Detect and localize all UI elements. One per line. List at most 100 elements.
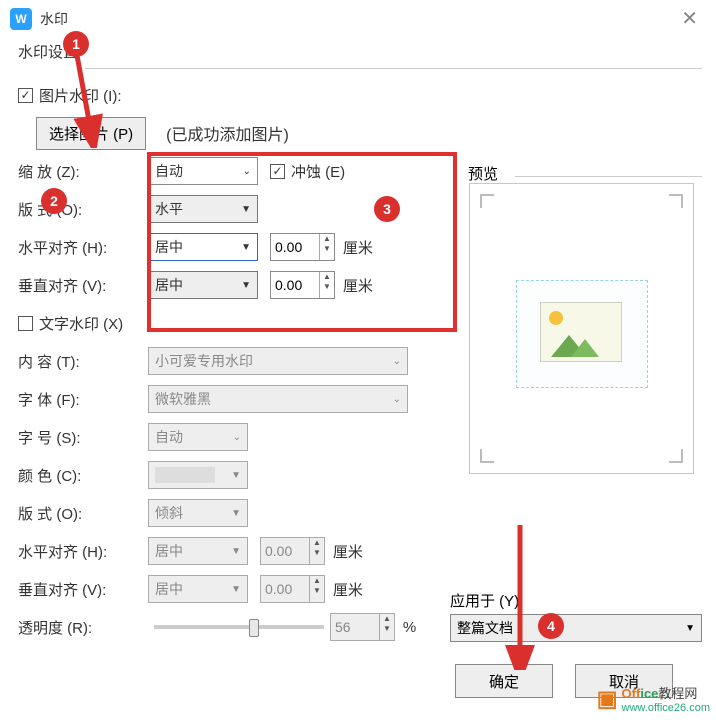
- crop-corner-icon: [669, 194, 683, 208]
- annotation-marker-4: 4: [538, 613, 564, 639]
- erode-checkbox[interactable]: ✓: [270, 164, 285, 179]
- unit-cm: 厘米: [343, 237, 373, 258]
- divider: [85, 68, 702, 69]
- size-label: 字 号 (S):: [18, 427, 148, 448]
- opacity-spinner: ▲▼: [330, 613, 395, 641]
- txt-halign-value: 居中: [155, 541, 183, 561]
- spin-down-icon[interactable]: ▼: [320, 244, 334, 254]
- spin-up-icon[interactable]: ▲: [320, 234, 334, 244]
- spin-up-icon[interactable]: ▲: [320, 272, 334, 282]
- ok-button[interactable]: 确定: [455, 664, 553, 698]
- zoom-label: 缩 放 (Z):: [18, 161, 148, 182]
- img-halign-label: 水平对齐 (H):: [18, 237, 148, 258]
- chevron-down-icon: ⌄: [393, 394, 401, 405]
- chevron-down-icon: ⌄: [233, 432, 241, 443]
- txt-valign-label: 垂直对齐 (V):: [18, 579, 148, 600]
- slider-thumb: [249, 619, 259, 637]
- color-label: 颜 色 (C):: [18, 465, 148, 486]
- text-watermark-label: 文字水印 (X): [39, 313, 123, 334]
- txt-layout-label: 版 式 (O):: [18, 503, 148, 524]
- image-selected-status: (已成功添加图片): [166, 121, 289, 145]
- spin-down-icon: ▼: [310, 586, 324, 596]
- img-valign-label: 垂直对齐 (V):: [18, 275, 148, 296]
- spin-up-icon: ▲: [310, 538, 324, 548]
- img-halign-offset-spinner[interactable]: ▲▼: [270, 233, 335, 261]
- spin-down-icon: ▼: [310, 548, 324, 558]
- content-select: 小可爱专用水印 ⌄: [148, 347, 408, 375]
- txt-valign-offset-input: [261, 576, 309, 602]
- logo-icon: ▣: [597, 686, 618, 712]
- img-halign-value: 居中: [155, 237, 183, 257]
- size-value: 自动: [155, 427, 183, 447]
- font-value: 微软雅黑: [155, 389, 211, 409]
- select-image-button[interactable]: 选择图片 (P): [36, 117, 146, 150]
- crop-corner-icon: [480, 449, 494, 463]
- caret-down-icon: ▼: [241, 280, 251, 291]
- txt-layout-select: 倾斜 ▼: [148, 499, 248, 527]
- erode-label: 冲蚀 (E): [291, 161, 345, 182]
- txt-valign-value: 居中: [155, 579, 183, 599]
- unit-cm: 厘米: [343, 275, 373, 296]
- opacity-label: 透明度 (R):: [18, 617, 148, 638]
- opacity-input: [331, 614, 379, 640]
- img-valign-offset-input[interactable]: [271, 272, 319, 298]
- preview-label: 预览: [468, 163, 498, 184]
- unit-cm: 厘米: [333, 579, 363, 600]
- zoom-select[interactable]: 自动 ⌄: [148, 157, 258, 185]
- content-label: 内 容 (T):: [18, 351, 148, 372]
- crop-corner-icon: [669, 449, 683, 463]
- zoom-value: 自动: [155, 161, 183, 181]
- divider: [515, 176, 702, 177]
- unit-cm: 厘米: [333, 541, 363, 562]
- percent-sign: %: [403, 619, 416, 636]
- img-valign-select[interactable]: 居中 ▼: [148, 271, 258, 299]
- img-layout-value: 水平: [155, 199, 183, 219]
- window-title: 水印: [40, 9, 68, 29]
- caret-down-icon: ▼: [241, 204, 251, 215]
- apply-to-value: 整篇文档: [457, 618, 513, 638]
- branding-url: www.office26.com: [622, 702, 710, 714]
- font-label: 字 体 (F):: [18, 389, 148, 410]
- image-watermark-checkbox[interactable]: ✓: [18, 88, 33, 103]
- image-watermark-label: 图片水印 (I):: [39, 85, 122, 106]
- caret-down-icon: ▼: [231, 508, 241, 519]
- spin-up-icon: ▲: [380, 614, 394, 624]
- img-valign-offset-spinner[interactable]: ▲▼: [270, 271, 335, 299]
- close-icon[interactable]: ✕: [673, 6, 706, 31]
- caret-down-icon: ▼: [241, 242, 251, 253]
- spin-down-icon: ▼: [380, 624, 394, 634]
- txt-halign-label: 水平对齐 (H):: [18, 541, 148, 562]
- apply-to-label: 应用于 (Y):: [450, 590, 523, 611]
- apply-to-select[interactable]: 整篇文档 ▼: [450, 614, 702, 642]
- caret-down-icon: ▼: [231, 470, 241, 481]
- txt-layout-value: 倾斜: [155, 503, 183, 523]
- caret-down-icon: ▼: [231, 584, 241, 595]
- size-select: 自动 ⌄: [148, 423, 248, 451]
- img-halign-offset-input[interactable]: [271, 234, 319, 260]
- spin-up-icon: ▲: [310, 576, 324, 586]
- chevron-down-icon: ⌄: [393, 356, 401, 367]
- annotation-marker-1: 1: [63, 31, 89, 57]
- branding-watermark: ▣ Office教程网 www.office26.com: [597, 683, 710, 714]
- spin-down-icon[interactable]: ▼: [320, 282, 334, 292]
- app-icon: W: [10, 8, 32, 30]
- txt-halign-offset-input: [261, 538, 309, 564]
- preview-panel: [469, 183, 694, 474]
- caret-down-icon: ▼: [231, 546, 241, 557]
- txt-valign-offset-spinner: ▲▼: [260, 575, 325, 603]
- chevron-down-icon: ⌄: [243, 166, 251, 177]
- settings-group-label: 水印设置: [0, 37, 716, 72]
- caret-down-icon: ▼: [685, 623, 695, 634]
- img-layout-select[interactable]: 水平 ▼: [148, 195, 258, 223]
- crop-corner-icon: [480, 194, 494, 208]
- img-valign-value: 居中: [155, 275, 183, 295]
- img-halign-select[interactable]: 居中 ▼: [148, 233, 258, 261]
- annotation-marker-3: 3: [374, 196, 400, 222]
- font-select: 微软雅黑 ⌄: [148, 385, 408, 413]
- txt-halign-select: 居中 ▼: [148, 537, 248, 565]
- opacity-slider: [154, 625, 324, 629]
- text-watermark-checkbox[interactable]: [18, 316, 33, 331]
- annotation-marker-2: 2: [41, 188, 67, 214]
- color-select: ▼: [148, 461, 248, 489]
- txt-halign-offset-spinner: ▲▼: [260, 537, 325, 565]
